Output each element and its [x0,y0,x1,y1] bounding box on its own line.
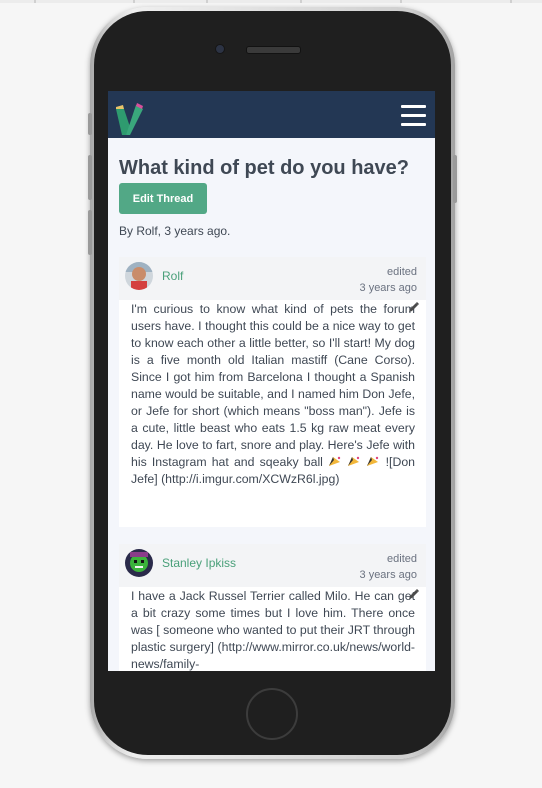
post-body: I'm curious to know what kind of pets th… [119,301,426,488]
volume-up-button [88,155,92,200]
party-horn-icon [348,456,360,466]
post-card: Rolf edited 3 years ago I'm curious to k… [119,257,426,527]
volume-down-button [88,210,92,255]
post-author-link[interactable]: Rolf [162,269,183,283]
post-edited-label: edited [387,266,417,278]
party-horn-icon [367,456,379,466]
earpiece-speaker [246,46,301,54]
edit-thread-button[interactable]: Edit Thread [119,183,207,214]
pencil-icon[interactable] [408,588,420,600]
post-body: I have a Jack Russel Terrier called Milo… [131,589,415,671]
navbar [108,91,435,138]
thread-title: What kind of pet do you have? [119,157,409,179]
post-timestamp: 3 years ago [359,569,417,581]
post-author-link[interactable]: Stanley Ipkiss [162,556,236,570]
post-body-text: I'm curious to know what kind of pets th… [131,302,415,469]
home-button[interactable] [246,688,298,740]
thread-byline: By Rolf, 3 years ago. [119,224,231,238]
power-button [453,155,457,203]
post-header: Stanley Ipkiss edited 3 years ago [119,544,426,587]
post-header: Rolf edited 3 years ago [119,257,426,300]
post-edited-label: edited [387,553,417,565]
party-horn-icon [329,456,341,466]
mute-switch [88,113,92,135]
post-timestamp: 3 years ago [359,282,417,294]
post-card: Stanley Ipkiss edited 3 years ago I have… [119,544,426,671]
avatar[interactable] [125,262,153,290]
front-camera [215,44,225,54]
hamburger-menu-icon[interactable] [401,105,427,127]
avatar[interactable] [125,549,153,577]
phone-screen: What kind of pet do you have? Edit Threa… [108,91,435,671]
pencil-icon[interactable] [408,301,420,313]
vaporvue-logo-icon[interactable] [114,101,146,135]
top-edge-strip [0,0,542,3]
